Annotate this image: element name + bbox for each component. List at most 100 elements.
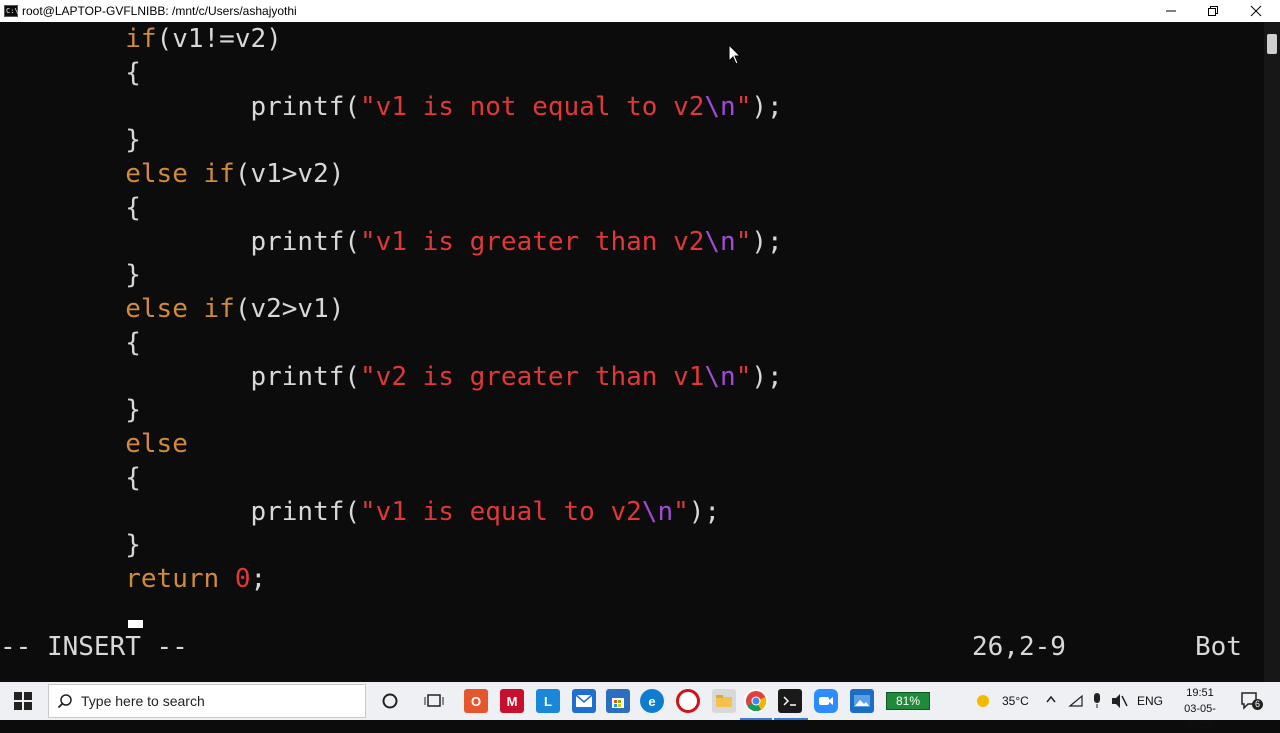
code-token: \n bbox=[641, 496, 674, 527]
code-line[interactable]: printf("v2 is greater than v1\n"); bbox=[0, 360, 783, 394]
restore-icon bbox=[1208, 6, 1218, 16]
language-indicator[interactable]: ENG bbox=[1137, 694, 1163, 708]
taskbar-search-box[interactable]: Type here to search bbox=[48, 684, 366, 718]
file-explorer-icon[interactable] bbox=[712, 689, 736, 713]
code-token: } bbox=[125, 260, 141, 291]
opera-icon[interactable] bbox=[676, 689, 700, 713]
code-line[interactable]: } bbox=[0, 123, 141, 157]
code-token: " bbox=[735, 91, 752, 122]
minimize-icon bbox=[1166, 10, 1176, 12]
code-token: 0 bbox=[234, 564, 251, 594]
code-line[interactable]: } bbox=[0, 258, 141, 292]
code-token: ); bbox=[751, 226, 783, 257]
restore-button[interactable] bbox=[1190, 0, 1236, 22]
zoom-icon[interactable] bbox=[814, 689, 838, 713]
code-line[interactable]: return 0; bbox=[0, 562, 266, 596]
code-token: else if bbox=[125, 159, 235, 189]
code-token: (v1>v2) bbox=[234, 159, 345, 189]
battery-indicator[interactable]: 81% bbox=[886, 692, 930, 710]
photos-icon[interactable] bbox=[850, 689, 874, 713]
code-line[interactable]: } bbox=[0, 393, 141, 427]
code-token: } bbox=[125, 530, 141, 561]
window-title: root@LAPTOP-GVFLNIBB: /mnt/c/Users/ashaj… bbox=[22, 4, 297, 18]
code-line[interactable]: } bbox=[0, 528, 141, 562]
code-line[interactable]: { bbox=[0, 326, 141, 360]
code-token: printf( bbox=[250, 361, 361, 392]
microphone-icon[interactable] bbox=[1091, 692, 1103, 710]
terminal-editor[interactable]: if(v1!=v2) { printf("v1 is not equal to … bbox=[0, 22, 1264, 682]
code-line[interactable]: else if(v1>v2) bbox=[0, 157, 344, 191]
task-view-icon[interactable] bbox=[422, 689, 446, 713]
code-line[interactable]: { bbox=[0, 191, 141, 225]
code-token: return bbox=[125, 564, 235, 594]
start-button[interactable] bbox=[0, 682, 46, 720]
store-icon[interactable] bbox=[606, 689, 630, 713]
text-cursor bbox=[128, 620, 143, 628]
taskbar: Type here to search O M L e 81% 35°C ENG… bbox=[0, 682, 1280, 731]
chrome-icon[interactable] bbox=[744, 689, 768, 713]
code-token: ; bbox=[250, 564, 267, 594]
mcafee-icon[interactable]: M bbox=[500, 689, 524, 713]
scroll-position: Bot bbox=[1195, 632, 1242, 662]
code-line[interactable]: else bbox=[0, 427, 188, 461]
search-placeholder: Type here to search bbox=[81, 693, 205, 709]
close-icon bbox=[1250, 5, 1262, 17]
code-line[interactable]: { bbox=[0, 461, 141, 495]
code-line[interactable]: printf("v1 is not equal to v2\n"); bbox=[0, 90, 783, 124]
code-token: " bbox=[673, 496, 689, 527]
cortana-icon[interactable] bbox=[378, 689, 402, 713]
clock[interactable]: 19:51 03-05-2022 bbox=[1172, 685, 1228, 733]
wifi-icon[interactable] bbox=[1068, 693, 1084, 709]
scrollbar-thumb[interactable] bbox=[1267, 34, 1277, 54]
code-token: } bbox=[125, 125, 141, 156]
code-token: } bbox=[125, 395, 141, 426]
code-token: (v2>v1) bbox=[234, 294, 345, 324]
mouse-pointer-icon bbox=[728, 44, 742, 65]
edge-icon[interactable]: e bbox=[640, 689, 664, 713]
code-token: printf( bbox=[250, 496, 361, 527]
close-button[interactable] bbox=[1233, 0, 1279, 22]
code-token: { bbox=[125, 327, 141, 358]
code-line[interactable]: printf("v1 is greater than v2\n"); bbox=[0, 225, 783, 259]
code-token: "v1 is not equal to v2 bbox=[360, 91, 705, 122]
weather-icon[interactable] bbox=[974, 692, 992, 710]
code-line[interactable]: printf("v1 is equal to v2\n"); bbox=[0, 495, 720, 529]
cursor-position: 26,2-9 bbox=[972, 632, 1066, 662]
code-token: { bbox=[125, 192, 141, 223]
terminal-taskbar-icon[interactable] bbox=[778, 689, 802, 713]
volume-muted-icon[interactable] bbox=[1110, 693, 1128, 709]
temperature[interactable]: 35°C bbox=[1002, 694, 1029, 708]
vertical-scrollbar[interactable] bbox=[1264, 22, 1280, 682]
code-token: ); bbox=[751, 91, 783, 122]
code-token: "v1 is greater than v2 bbox=[360, 226, 705, 257]
mail-icon[interactable] bbox=[572, 689, 596, 713]
terminal-icon: C:\ bbox=[4, 5, 19, 17]
office-icon[interactable]: O bbox=[464, 689, 488, 713]
code-token: " bbox=[735, 361, 752, 392]
notification-center-button[interactable]: 6 bbox=[1240, 691, 1264, 711]
l-app-icon[interactable]: L bbox=[536, 689, 560, 713]
code-line[interactable]: if(v1!=v2) bbox=[0, 22, 282, 56]
clock-date: 03-05-2022 bbox=[1184, 703, 1216, 731]
code-line[interactable]: else if(v2>v1) bbox=[0, 292, 344, 326]
code-token: else bbox=[125, 429, 188, 459]
windows-logo-icon bbox=[14, 692, 32, 710]
code-token: if bbox=[125, 24, 157, 54]
clock-time: 19:51 bbox=[1186, 687, 1214, 699]
code-token: printf( bbox=[250, 226, 361, 257]
code-line[interactable]: { bbox=[0, 56, 141, 90]
code-token: \n bbox=[704, 361, 736, 392]
minimize-button[interactable] bbox=[1148, 0, 1194, 22]
chevron-up-icon[interactable] bbox=[1045, 694, 1057, 706]
code-token: ); bbox=[751, 361, 783, 392]
